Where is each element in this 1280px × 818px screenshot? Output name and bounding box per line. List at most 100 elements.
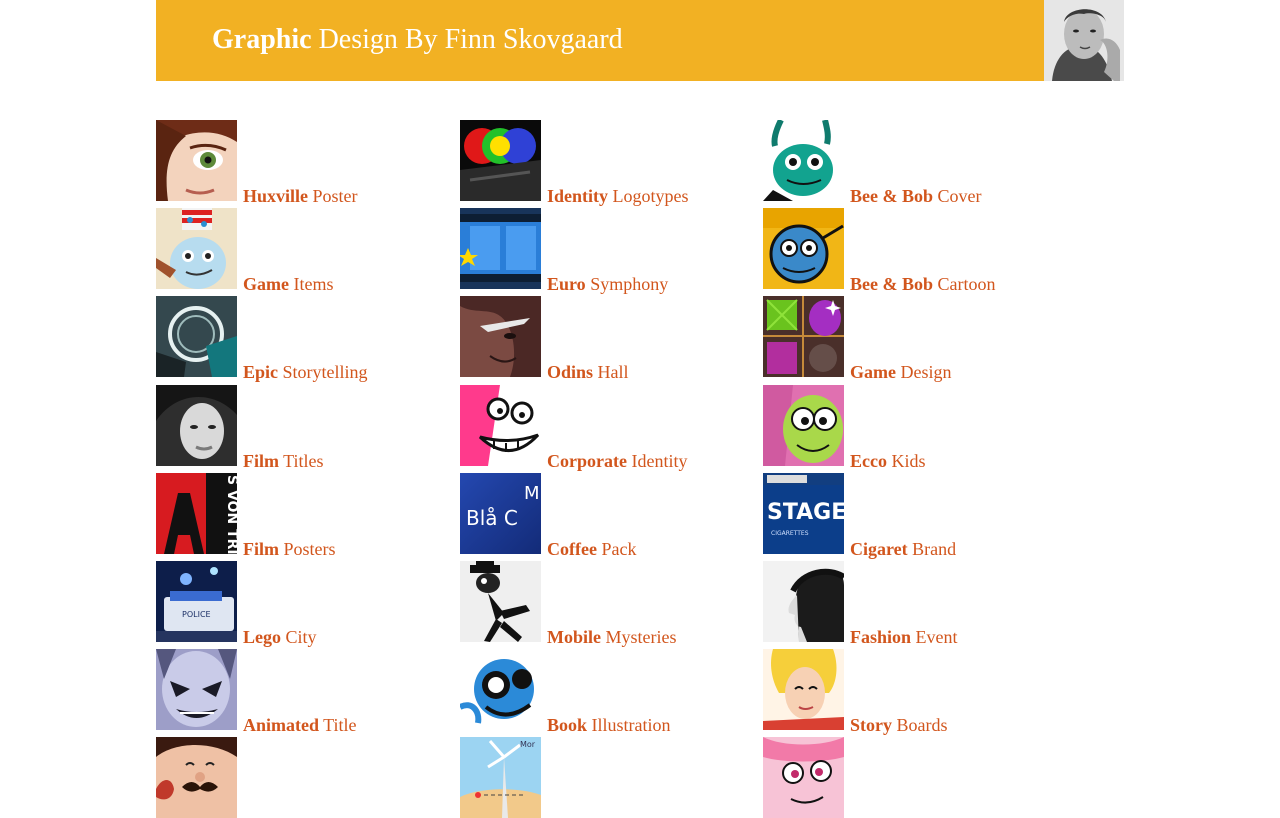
- portfolio-item-link[interactable]: Ecco Kids: [850, 451, 926, 471]
- running-figure-thumbnail[interactable]: [460, 561, 541, 642]
- portfolio-item[interactable]: Huxville Poster: [156, 120, 456, 206]
- portfolio-item[interactable]: Odins Hall: [460, 296, 760, 382]
- police-car-thumbnail[interactable]: POLICE: [156, 561, 237, 642]
- bw-woman-thumbnail[interactable]: [156, 385, 237, 466]
- blue-pack-thumbnail[interactable]: M Blå C: [460, 473, 541, 554]
- portfolio-item[interactable]: STAGE CIGARETTES Cigaret Brand: [763, 473, 1063, 559]
- odin-face-thumbnail[interactable]: [460, 296, 541, 377]
- link-rest-text: Poster: [308, 186, 358, 206]
- svg-text:Blå C: Blå C: [466, 506, 518, 530]
- blue-creature-thumbnail[interactable]: [460, 649, 541, 730]
- portfolio-item-link[interactable]: Animated Title: [243, 715, 357, 735]
- link-rest-text: Boards: [892, 715, 948, 735]
- link-rest-text: Cartoon: [933, 274, 996, 294]
- rgb-circles-thumbnail[interactable]: [460, 120, 541, 201]
- portfolio-item[interactable]: M Blå C Coffee Pack: [460, 473, 760, 559]
- round-tech-thumbnail[interactable]: [156, 296, 237, 377]
- portfolio-item-link[interactable]: Euro Symphony: [547, 274, 668, 294]
- link-rest-text: Identity: [626, 451, 688, 471]
- portfolio-item[interactable]: Fashion Event: [763, 561, 1063, 647]
- link-strong-text: Ecco: [850, 451, 887, 471]
- green-alien-thumbnail[interactable]: [763, 385, 844, 466]
- portfolio-item-link[interactable]: Book Illustration: [547, 715, 671, 735]
- portfolio-item-link[interactable]: Identity Logotypes: [547, 186, 689, 206]
- portfolio-item[interactable]: Bee & Bob Cartoon: [763, 208, 1063, 294]
- link-strong-text: Huxville: [243, 186, 309, 206]
- portfolio-item-link[interactable]: Epic Storytelling: [243, 362, 368, 382]
- red-poster-thumbnail[interactable]: S VON TRIER: [156, 473, 237, 554]
- windmill-thumbnail[interactable]: Mor: [460, 737, 541, 818]
- pink-grin-thumbnail[interactable]: [460, 385, 541, 466]
- snowman-thumbnail[interactable]: [156, 208, 237, 289]
- stage-pack-thumbnail[interactable]: STAGE CIGARETTES: [763, 473, 844, 554]
- link-rest-text: Kids: [886, 451, 926, 471]
- blue-bug-thumbnail[interactable]: [763, 208, 844, 289]
- author-portrait: [1044, 0, 1124, 81]
- film-strip-thumbnail[interactable]: [460, 208, 541, 289]
- portfolio-item[interactable]: Mor: [460, 737, 760, 818]
- portfolio-item[interactable]: Story Boards: [763, 649, 1063, 735]
- girl-face-thumbnail[interactable]: [156, 120, 237, 201]
- portfolio-item-link[interactable]: Film Posters: [243, 539, 336, 559]
- portfolio-item[interactable]: Corporate Identity: [460, 385, 760, 471]
- portfolio-item[interactable]: Bee & Bob Cover: [763, 120, 1063, 206]
- portfolio-item-link[interactable]: Story Boards: [850, 715, 948, 735]
- link-strong-text: Coffee: [547, 539, 597, 559]
- portfolio-item[interactable]: Euro Symphony: [460, 208, 760, 294]
- link-rest-text: Storytelling: [278, 362, 368, 382]
- portfolio-item-link[interactable]: Game Design: [850, 362, 951, 382]
- portfolio-item-link[interactable]: Coffee Pack: [547, 539, 636, 559]
- profile-thumbnail[interactable]: [763, 561, 844, 642]
- portfolio-item-link[interactable]: Game Items: [243, 274, 333, 294]
- portfolio-item[interactable]: Game Design: [763, 296, 1063, 382]
- portfolio-item[interactable]: Book Illustration: [460, 649, 760, 735]
- portfolio-item[interactable]: [156, 737, 456, 818]
- portfolio-item-link[interactable]: Odins Hall: [547, 362, 629, 382]
- portfolio-item[interactable]: [763, 737, 1063, 818]
- green-bug-thumbnail[interactable]: [763, 120, 844, 201]
- svg-text:CIGARETTES: CIGARETTES: [771, 530, 809, 537]
- portfolio-item-link[interactable]: Corporate Identity: [547, 451, 687, 471]
- portfolio-item[interactable]: Game Items: [156, 208, 456, 294]
- link-rest-text: Cover: [933, 186, 982, 206]
- portfolio-item-link[interactable]: Bee & Bob Cover: [850, 186, 982, 206]
- portfolio-item-link[interactable]: Cigaret Brand: [850, 539, 956, 559]
- link-rest-text: Pack: [596, 539, 637, 559]
- portfolio-item[interactable]: POLICE Lego City: [156, 561, 456, 647]
- link-strong-text: Identity: [547, 186, 609, 206]
- link-strong-text: Bee & Bob: [850, 274, 933, 294]
- portfolio-item-link[interactable]: Huxville Poster: [243, 186, 358, 206]
- link-rest-text: Items: [288, 274, 334, 294]
- svg-text:STAGE: STAGE: [767, 500, 844, 525]
- portfolio-item[interactable]: S VON TRIER Film Posters: [156, 473, 456, 559]
- portfolio-item-link[interactable]: Lego City: [243, 627, 317, 647]
- link-strong-text: Corporate: [547, 451, 627, 471]
- portfolio-item[interactable]: Animated Title: [156, 649, 456, 735]
- villain-face-thumbnail[interactable]: [156, 649, 237, 730]
- svg-text:S VON TRIER: S VON TRIER: [224, 475, 237, 554]
- portfolio-item[interactable]: Identity Logotypes: [460, 120, 760, 206]
- link-strong-text: Euro: [547, 274, 586, 294]
- portfolio-item-link[interactable]: Fashion Event: [850, 627, 958, 647]
- portfolio-item-link[interactable]: Film Titles: [243, 451, 324, 471]
- portfolio-item[interactable]: Film Titles: [156, 385, 456, 471]
- blonde-girl-thumbnail[interactable]: [763, 649, 844, 730]
- link-strong-text: Story: [850, 715, 892, 735]
- portfolio-item[interactable]: Ecco Kids: [763, 385, 1063, 471]
- mustache-man-thumbnail[interactable]: [156, 737, 237, 818]
- page-title[interactable]: Graphic Design By Finn Skovgaard: [212, 24, 623, 56]
- pink-face-thumbnail[interactable]: [763, 737, 844, 818]
- portfolio-item[interactable]: Mobile Mysteries: [460, 561, 760, 647]
- link-strong-text: Animated: [243, 715, 319, 735]
- portfolio-item-link[interactable]: Bee & Bob Cartoon: [850, 274, 996, 294]
- svg-text:POLICE: POLICE: [182, 610, 211, 619]
- link-strong-text: Game: [243, 274, 289, 294]
- link-rest-text: Brand: [907, 539, 957, 559]
- portfolio-item-link[interactable]: Mobile Mysteries: [547, 627, 677, 647]
- link-rest-text: Title: [319, 715, 357, 735]
- gems-thumbnail[interactable]: [763, 296, 844, 377]
- portfolio-grid: Huxville Poster Game Items Epic Storytelli…: [156, 120, 1056, 818]
- svg-text:Mor: Mor: [520, 740, 536, 749]
- portfolio-item[interactable]: Epic Storytelling: [156, 296, 456, 382]
- link-rest-text: Illustration: [587, 715, 671, 735]
